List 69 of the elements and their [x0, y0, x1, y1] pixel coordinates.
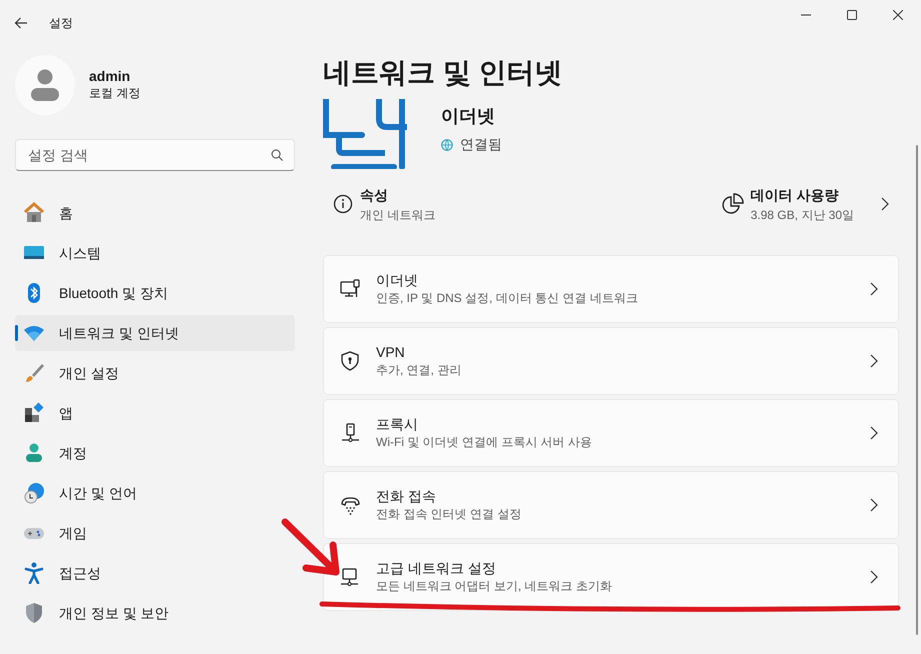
- globe-clock-icon: [23, 482, 45, 504]
- window-title: 설정: [49, 14, 73, 32]
- card-subtitle: 모든 네트워크 어댑터 보기, 네트워크 초기화: [376, 578, 612, 595]
- close-icon[interactable]: [893, 10, 903, 20]
- card-subtitle: Wi-Fi 및 이더넷 연결에 프록시 서버 사용: [376, 434, 592, 451]
- settings-card[interactable]: 프록시 Wi-Fi 및 이더넷 연결에 프록시 서버 사용: [323, 399, 899, 467]
- chevron-icon: [870, 498, 878, 512]
- sidebar-item[interactable]: 계정: [15, 435, 295, 471]
- search-icon: [271, 149, 283, 161]
- chevron-icon: [870, 354, 878, 368]
- card-title: 전화 접속: [376, 487, 437, 505]
- item-subtitle: 3.98 GB, 지난 30일: [750, 206, 854, 224]
- sidebar-item[interactable]: 홈: [15, 195, 295, 231]
- phone-icon: [340, 495, 360, 515]
- info-icon: [333, 194, 353, 214]
- connection-name: 이더넷: [441, 105, 496, 128]
- settings-card[interactable]: 이더넷 인증, IP 및 DNS 설정, 데이터 통신 연결 네트워크: [323, 255, 899, 323]
- shield-lock-icon: [340, 351, 360, 371]
- maximize-icon[interactable]: [847, 10, 857, 20]
- person-icon: [30, 69, 60, 101]
- home-icon: [23, 202, 45, 224]
- pie-chart-icon: [722, 193, 744, 215]
- sidebar-item[interactable]: 접근성: [15, 555, 295, 591]
- sidebar-item[interactable]: 시스템: [15, 235, 295, 271]
- account-type: 로컬 계정: [89, 85, 140, 102]
- annotation-arrow: [282, 518, 340, 576]
- sidebar-item[interactable]: 시간 및 언어: [15, 475, 295, 511]
- accessibility-icon: [23, 562, 45, 584]
- apps-icon: [23, 402, 45, 424]
- ethernet-port-icon: [340, 279, 360, 299]
- proxy-server-icon: [340, 423, 360, 443]
- connection-status: 연결됨: [460, 135, 502, 154]
- properties-link[interactable]: 속성 개인 네트워크: [333, 184, 436, 224]
- globe-icon: [441, 138, 453, 150]
- sidebar-item[interactable]: Bluetooth 및 장치: [15, 275, 295, 311]
- scrollbar[interactable]: [916, 145, 918, 635]
- back-icon[interactable]: [14, 16, 28, 28]
- sidebar-item[interactable]: 개인 정보 및 보안: [15, 595, 295, 631]
- chevron-icon: [881, 197, 889, 211]
- user-name: admin: [89, 68, 132, 84]
- sidebar-item[interactable]: 앱: [15, 395, 295, 431]
- data-usage-link[interactable]: 데이터 사용량 3.98 GB, 지난 30일: [722, 184, 889, 224]
- item-title: 데이터 사용량: [750, 186, 840, 204]
- shield-icon: [23, 602, 45, 624]
- item-subtitle: 개인 네트워크: [360, 206, 436, 224]
- card-title: VPN: [376, 343, 406, 361]
- chevron-icon: [870, 426, 878, 440]
- sidebar-item[interactable]: 게임: [15, 515, 295, 551]
- network-computer-icon: [340, 567, 360, 587]
- person-icon: [23, 442, 45, 464]
- card-subtitle: 전화 접속 인터넷 연결 설정: [376, 506, 522, 523]
- sidebar-item[interactable]: 네트워크 및 인터넷: [15, 315, 295, 351]
- item-title: 속성: [360, 186, 389, 204]
- search-field[interactable]: 설정 검색: [15, 139, 295, 171]
- chevron-icon: [870, 570, 878, 584]
- card-title: 고급 네트워크 설정: [376, 559, 497, 577]
- page-title: 네트워크 및 인터넷: [323, 56, 564, 90]
- selection-indicator: [15, 325, 18, 341]
- card-subtitle: 추가, 연결, 관리: [376, 362, 462, 379]
- chevron-icon: [870, 282, 878, 296]
- card-title: 이더넷: [376, 271, 419, 289]
- ethernet-icon: [323, 99, 407, 169]
- paintbrush-icon: [23, 362, 45, 384]
- settings-card[interactable]: 전화 접속 전화 접속 인터넷 연결 설정: [323, 471, 899, 539]
- settings-card[interactable]: 고급 네트워크 설정 모든 네트워크 어댑터 보기, 네트워크 초기화: [323, 543, 899, 611]
- card-title: 프록시: [376, 415, 419, 433]
- sidebar-item[interactable]: 개인 설정: [15, 355, 295, 391]
- card-subtitle: 인증, IP 및 DNS 설정, 데이터 통신 연결 네트워크: [376, 290, 638, 307]
- settings-card[interactable]: VPN 추가, 연결, 관리: [323, 327, 899, 395]
